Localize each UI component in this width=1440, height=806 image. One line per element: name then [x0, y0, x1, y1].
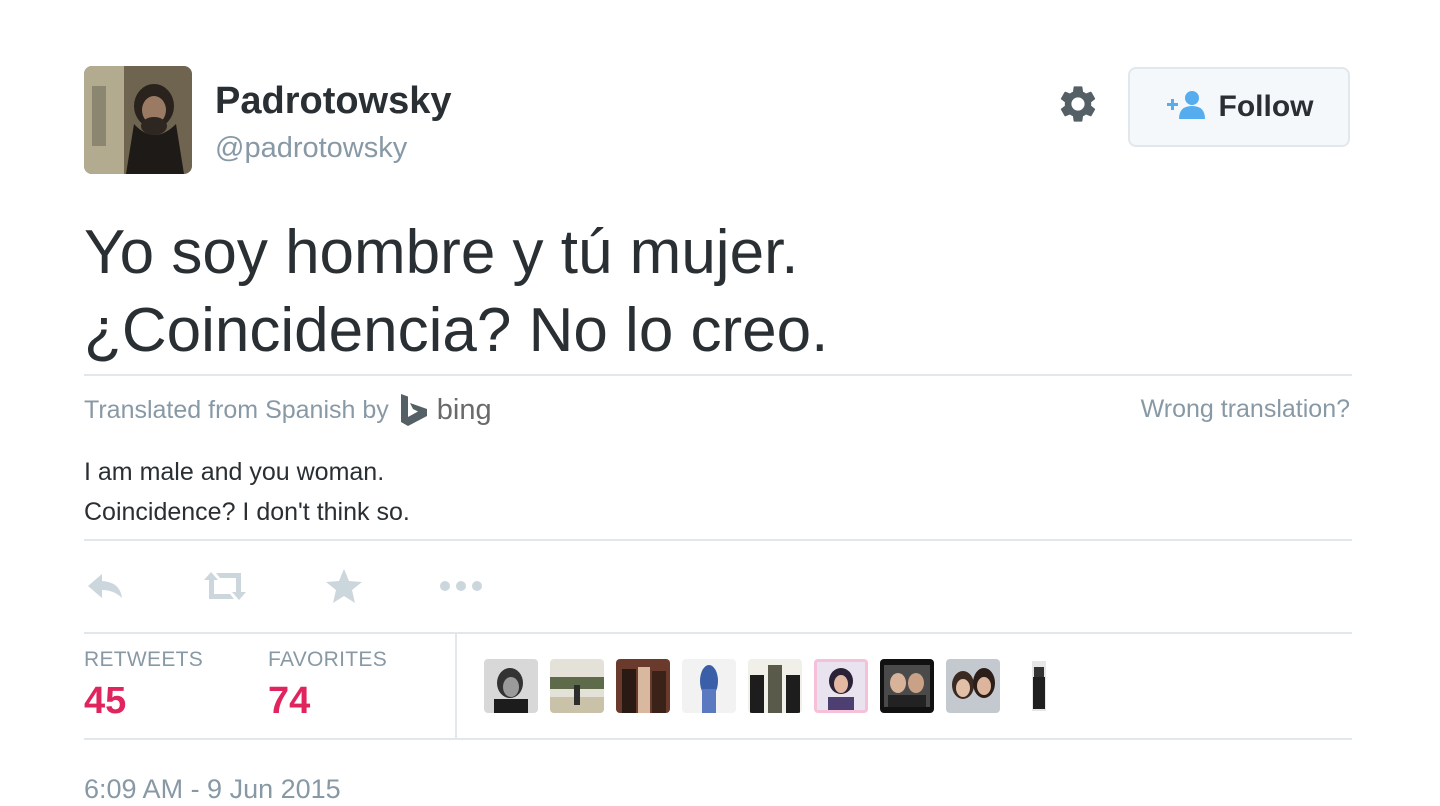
- add-user-icon: [1165, 90, 1207, 125]
- bing-logo: bing: [399, 393, 492, 427]
- tweet-text: Yo soy hombre y tú mujer. ¿Coincidencia?…: [84, 214, 1344, 370]
- favoriter-avatar[interactable]: [946, 659, 1000, 713]
- reply-icon[interactable]: [84, 566, 128, 606]
- tweet-timestamp[interactable]: 6:09 AM - 9 Jun 2015: [84, 774, 341, 805]
- translation-line: Coincidence? I don't think so.: [84, 498, 410, 526]
- retweets-stat[interactable]: RETWEETS 45: [84, 648, 203, 723]
- favorites-stat[interactable]: FAVORITES 74: [268, 648, 387, 723]
- user-avatar[interactable]: [84, 66, 192, 174]
- translation-attribution: Translated from Spanish by bing: [84, 393, 492, 427]
- divider: [84, 374, 1352, 376]
- retweets-label: RETWEETS: [84, 648, 204, 671]
- favoriter-avatar[interactable]: [880, 659, 934, 713]
- favoriter-avatar[interactable]: [616, 659, 670, 713]
- tweet-line: ¿Coincidencia? No lo creo.: [84, 296, 829, 365]
- retweets-count: 45: [84, 680, 127, 722]
- favoriter-avatar[interactable]: [550, 659, 604, 713]
- favoriter-avatar[interactable]: [484, 659, 538, 713]
- bing-icon: [400, 394, 427, 426]
- user-fullname[interactable]: Padrotowsky: [215, 80, 452, 123]
- more-icon[interactable]: [438, 566, 484, 606]
- divider: [84, 632, 1352, 634]
- translation-line: I am male and you woman.: [84, 458, 385, 486]
- tweet-line: Yo soy hombre y tú mujer.: [84, 218, 799, 287]
- follow-button[interactable]: Follow: [1128, 67, 1350, 147]
- wrong-translation-link[interactable]: Wrong translation?: [1141, 395, 1350, 424]
- favoriter-avatar[interactable]: [1012, 659, 1066, 713]
- retweet-icon[interactable]: [200, 566, 250, 606]
- favoriter-avatar[interactable]: [748, 659, 802, 713]
- favorites-count: 74: [268, 680, 311, 722]
- gear-icon[interactable]: [1056, 82, 1100, 126]
- translation-text: I am male and you woman. Coincidence? I …: [84, 452, 410, 532]
- stats-divider: [455, 634, 457, 740]
- user-username[interactable]: @padrotowsky: [215, 132, 407, 165]
- bing-text: bing: [436, 393, 492, 426]
- follow-button-label: Follow: [1218, 90, 1314, 123]
- favorites-label: FAVORITES: [268, 648, 387, 671]
- favoriter-avatar[interactable]: [814, 659, 868, 713]
- divider: [84, 539, 1352, 541]
- favoriter-avatar[interactable]: [682, 659, 736, 713]
- favorite-icon[interactable]: [322, 566, 366, 606]
- translation-prefix: Translated from Spanish by: [84, 395, 389, 424]
- divider: [84, 738, 1352, 740]
